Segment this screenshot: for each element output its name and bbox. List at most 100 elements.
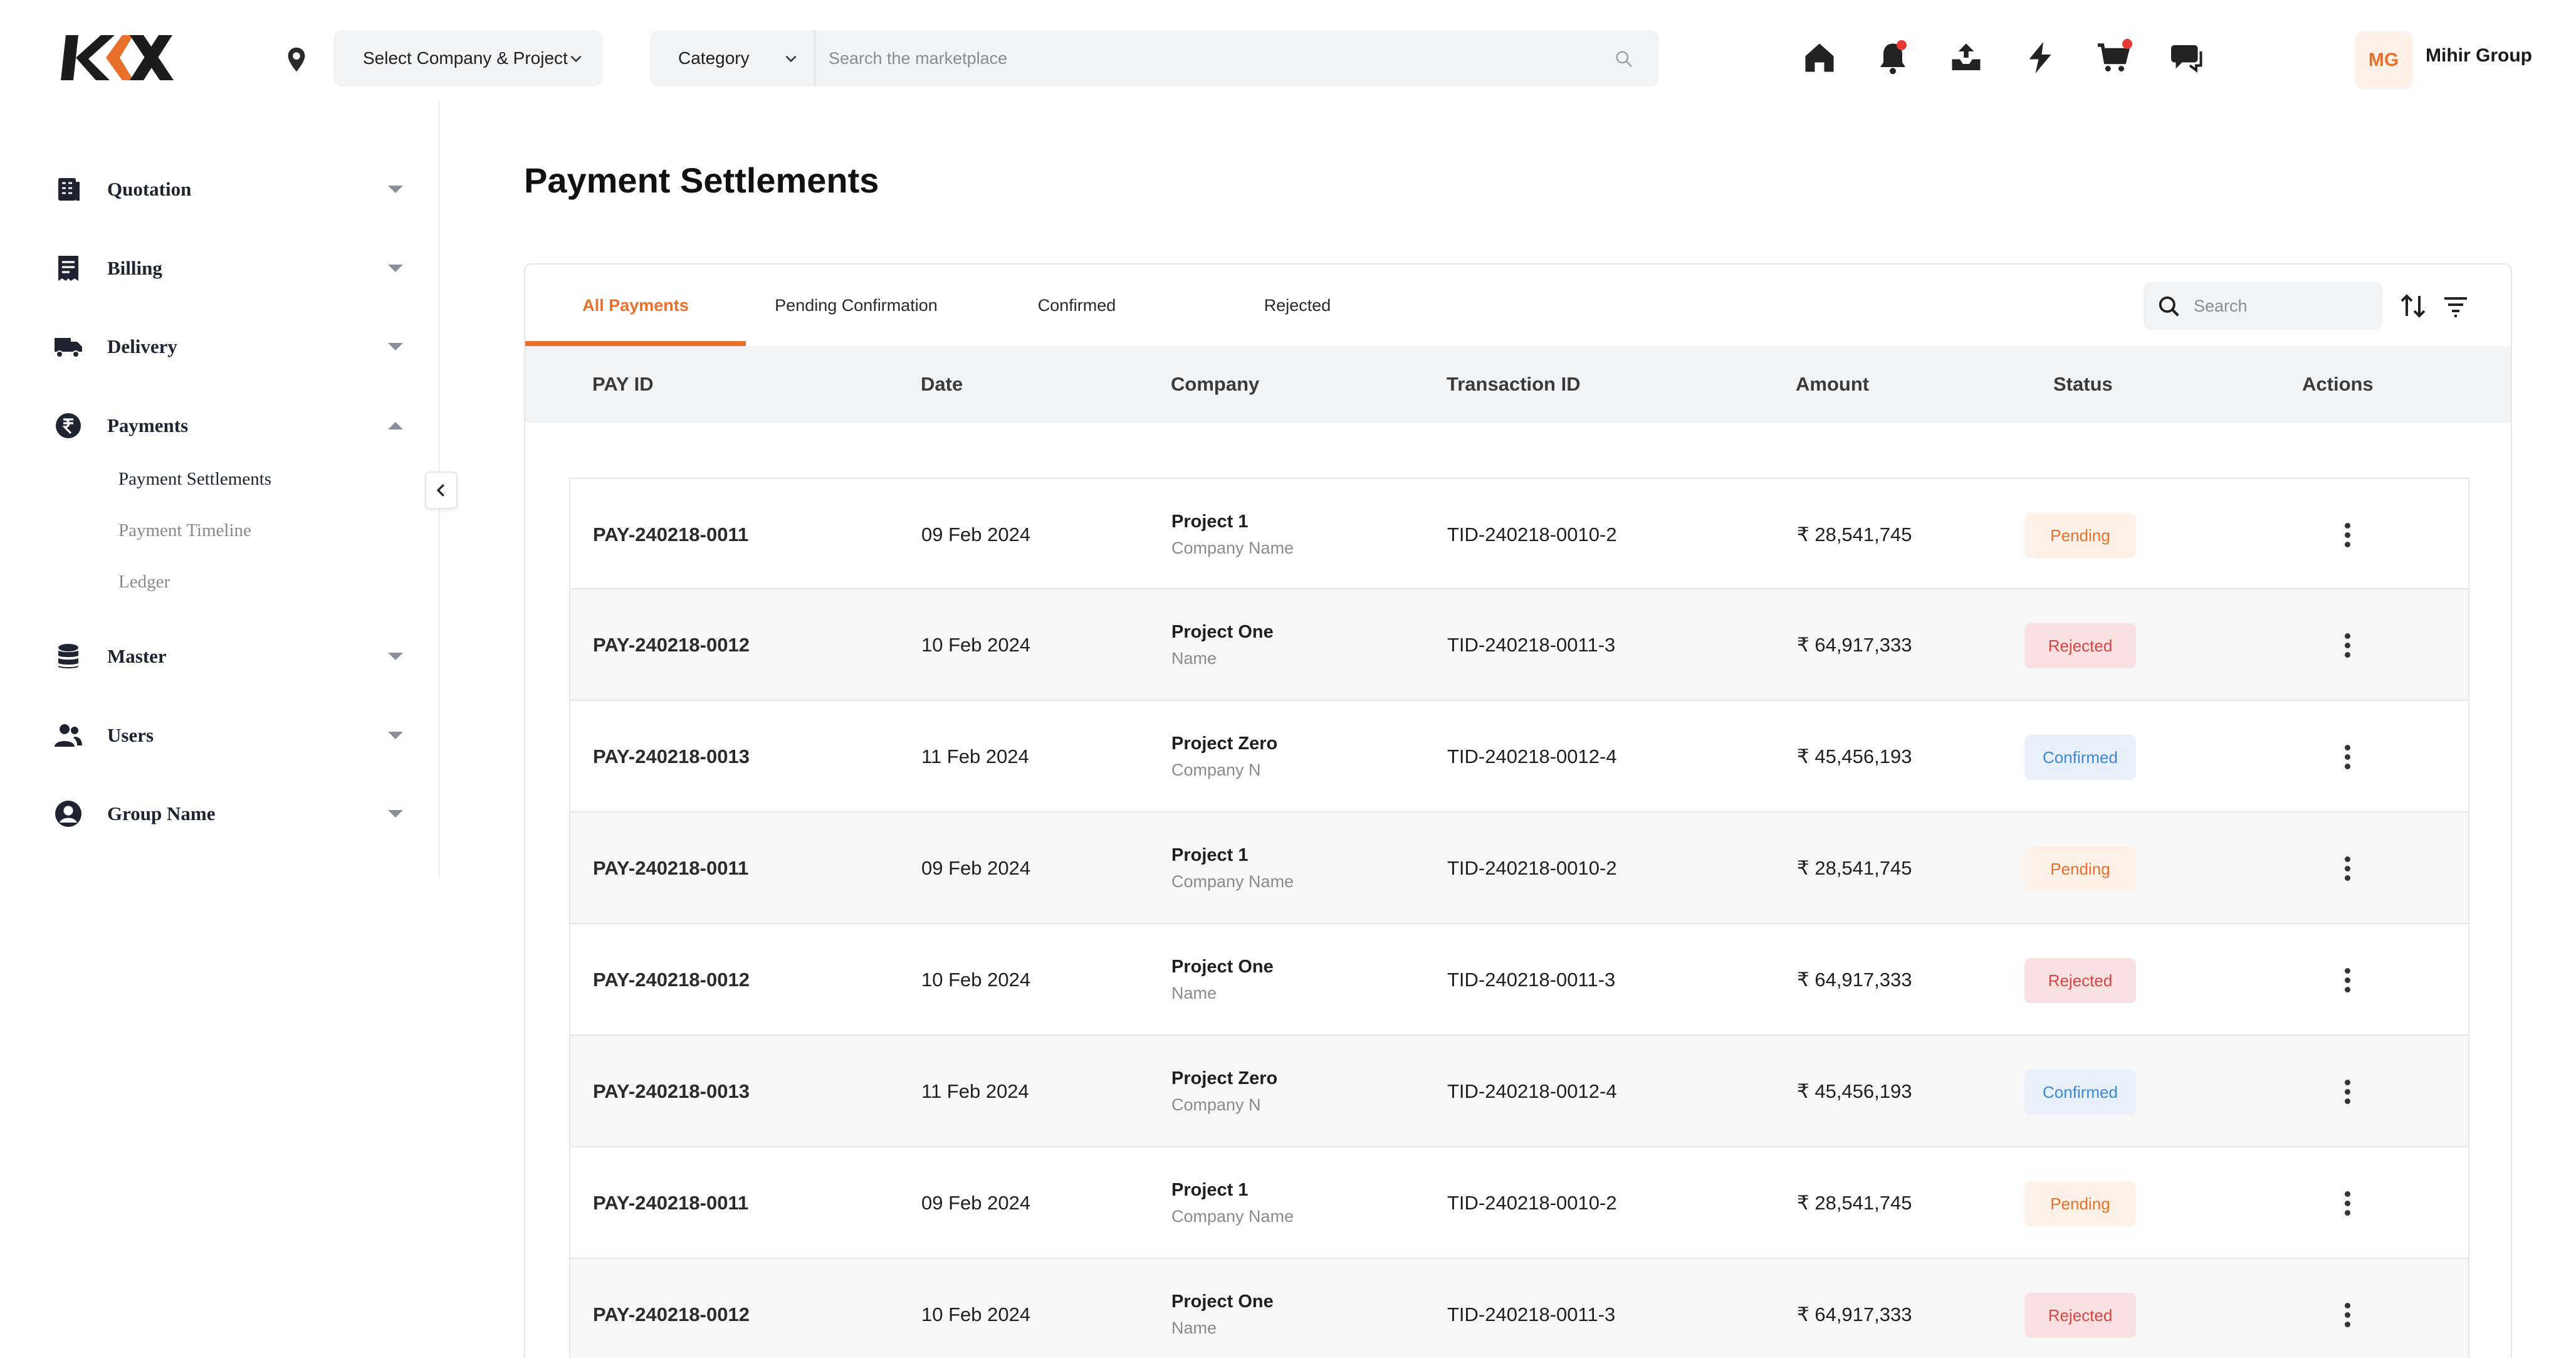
sidebar-subitem-payment-timeline[interactable]: Payment Timeline xyxy=(118,520,251,541)
avatar[interactable]: MG xyxy=(2355,31,2412,89)
table-row[interactable]: PAY-240218-0011 09 Feb 2024 Project 1 Co… xyxy=(569,478,2469,589)
top-bar: Select Company & Project Category MG Mih… xyxy=(0,0,2576,100)
chevron-down-icon[interactable] xyxy=(783,50,799,66)
column-header-transaction-id[interactable]: Transaction ID xyxy=(1447,346,1581,423)
chevron-down-icon xyxy=(570,55,582,63)
pay-id-cell: PAY-240218-0011 xyxy=(593,857,749,879)
table-search-input[interactable] xyxy=(2194,282,2369,330)
date-cell: 11 Feb 2024 xyxy=(921,1080,1029,1102)
transaction-id-cell: TID-240218-0010-2 xyxy=(1447,524,1617,545)
sidebar-item-users[interactable]: Users xyxy=(53,713,404,757)
sidebar-collapse-button[interactable] xyxy=(425,471,458,509)
column-header-company[interactable]: Company xyxy=(1171,346,1259,423)
cart-button[interactable] xyxy=(2095,39,2132,76)
caret-down-icon xyxy=(388,810,403,818)
brand-logo[interactable] xyxy=(60,30,175,85)
more-actions-icon[interactable] xyxy=(2332,1299,2363,1330)
search-icon[interactable] xyxy=(1614,49,1634,69)
column-header-status[interactable]: Status xyxy=(2053,346,2113,423)
table-body: PAY-240218-0011 09 Feb 2024 Project 1 Co… xyxy=(569,478,2469,1358)
payments-table-card: All Payments Pending Confirmation Confir… xyxy=(524,263,2512,1358)
tab-all-payments[interactable]: All Payments xyxy=(525,265,746,346)
caret-down-icon xyxy=(388,732,403,739)
sidebar-subitem-payment-settlements[interactable]: Payment Settlements xyxy=(118,469,271,490)
marketplace-search-input[interactable] xyxy=(829,30,1581,87)
table-row[interactable]: PAY-240218-0012 10 Feb 2024 Project One … xyxy=(569,1259,2469,1358)
inbox-upload-icon[interactable] xyxy=(1947,39,1985,76)
more-actions-icon[interactable] xyxy=(2332,964,2363,996)
table-row[interactable]: PAY-240218-0011 09 Feb 2024 Project 1 Co… xyxy=(569,813,2469,924)
more-actions-icon[interactable] xyxy=(2332,1076,2363,1107)
table-row[interactable]: PAY-240218-0013 11 Feb 2024 Project Zero… xyxy=(569,701,2469,813)
company-name: Name xyxy=(1171,984,1217,1003)
project-name: Project 1 xyxy=(1171,512,1249,532)
more-actions-icon[interactable] xyxy=(2332,853,2363,884)
quotation-icon xyxy=(58,178,80,201)
transaction-id-cell: TID-240218-0011-3 xyxy=(1447,634,1616,656)
search-divider xyxy=(814,30,815,87)
amount-cell: ₹ 28,541,745 xyxy=(1797,1192,1912,1214)
tab-pending-confirmation[interactable]: Pending Confirmation xyxy=(746,265,966,346)
amount-cell: ₹ 28,541,745 xyxy=(1797,857,1912,879)
company-name: Name xyxy=(1171,1319,1217,1337)
status-badge: Pending xyxy=(2024,1181,2136,1226)
billing-icon xyxy=(58,256,78,281)
sidebar-item-delivery[interactable]: Delivery xyxy=(53,325,404,369)
company-name: Company N xyxy=(1171,1095,1261,1114)
location-pin-icon[interactable] xyxy=(282,45,311,74)
sidebar-item-label: Quotation xyxy=(107,178,192,200)
table-row[interactable]: PAY-240218-0012 10 Feb 2024 Project One … xyxy=(569,589,2469,701)
more-actions-icon[interactable] xyxy=(2332,741,2363,772)
user-name[interactable]: Mihir Group xyxy=(2426,45,2532,66)
date-cell: 09 Feb 2024 xyxy=(921,524,1031,545)
sidebar-item-billing[interactable]: Billing xyxy=(53,246,404,290)
pay-id-cell: PAY-240218-0013 xyxy=(593,745,750,767)
amount-cell: ₹ 45,456,193 xyxy=(1797,1080,1912,1102)
pay-id-cell: PAY-240218-0013 xyxy=(593,1080,750,1102)
chat-icon[interactable] xyxy=(2168,39,2206,76)
column-header-pay-id[interactable]: PAY ID xyxy=(592,346,654,423)
table-search-box xyxy=(2144,282,2383,330)
pay-id-cell: PAY-240218-0011 xyxy=(593,524,749,545)
column-header-amount[interactable]: Amount xyxy=(1796,346,1869,423)
transaction-id-cell: TID-240218-0010-2 xyxy=(1447,857,1617,879)
column-header-actions: Actions xyxy=(2302,373,2374,395)
more-actions-icon[interactable] xyxy=(2332,1187,2363,1219)
company-name: Name xyxy=(1171,649,1217,668)
table-row[interactable]: PAY-240218-0012 10 Feb 2024 Project One … xyxy=(569,924,2469,1036)
more-actions-icon[interactable] xyxy=(2332,519,2363,550)
notifications-button[interactable] xyxy=(1874,39,1912,76)
date-cell: 10 Feb 2024 xyxy=(921,969,1031,991)
transaction-id-cell: TID-240218-0010-2 xyxy=(1447,1192,1617,1214)
company-project-select[interactable]: Select Company & Project xyxy=(333,30,603,87)
table-row[interactable]: PAY-240218-0011 09 Feb 2024 Project 1 Co… xyxy=(569,1147,2469,1259)
table-header: PAY ID Date Company Transaction ID Amoun… xyxy=(525,346,2511,423)
company-cell: Project One Name xyxy=(1171,924,1274,1036)
transaction-id-cell: TID-240218-0011-3 xyxy=(1447,1303,1616,1325)
sidebar-item-label: Payments xyxy=(107,414,189,436)
date-cell: 09 Feb 2024 xyxy=(921,1192,1031,1214)
caret-down-icon xyxy=(388,343,403,350)
tab-confirmed[interactable]: Confirmed xyxy=(966,265,1187,346)
sidebar-subitem-ledger[interactable]: Ledger xyxy=(118,572,170,592)
sidebar-item-quotation[interactable]: Quotation xyxy=(53,167,404,211)
sidebar-item-label: Users xyxy=(107,724,154,746)
lightning-icon[interactable] xyxy=(2021,39,2059,76)
filter-icon[interactable] xyxy=(2441,291,2471,321)
tab-rejected[interactable]: Rejected xyxy=(1187,265,1408,346)
sidebar-item-master[interactable]: Master xyxy=(53,634,404,678)
amount-cell: ₹ 28,541,745 xyxy=(1797,524,1912,545)
company-cell: Project One Name xyxy=(1171,589,1274,701)
sort-icon[interactable] xyxy=(2398,291,2428,321)
home-icon[interactable] xyxy=(1801,39,1838,76)
column-header-date[interactable]: Date xyxy=(921,346,963,423)
category-dropdown[interactable]: Category xyxy=(678,30,750,87)
more-actions-icon[interactable] xyxy=(2332,629,2363,661)
project-name: Project Zero xyxy=(1171,734,1278,754)
sidebar-item-group-name[interactable]: Group Name xyxy=(53,792,404,836)
company-cell: Project 1 Company Name xyxy=(1171,1147,1294,1259)
sidebar-item-payments[interactable]: Payments xyxy=(53,404,404,448)
transaction-id-cell: TID-240218-0012-4 xyxy=(1447,745,1617,767)
active-tab-indicator xyxy=(525,341,746,346)
table-row[interactable]: PAY-240218-0013 11 Feb 2024 Project Zero… xyxy=(569,1036,2469,1147)
